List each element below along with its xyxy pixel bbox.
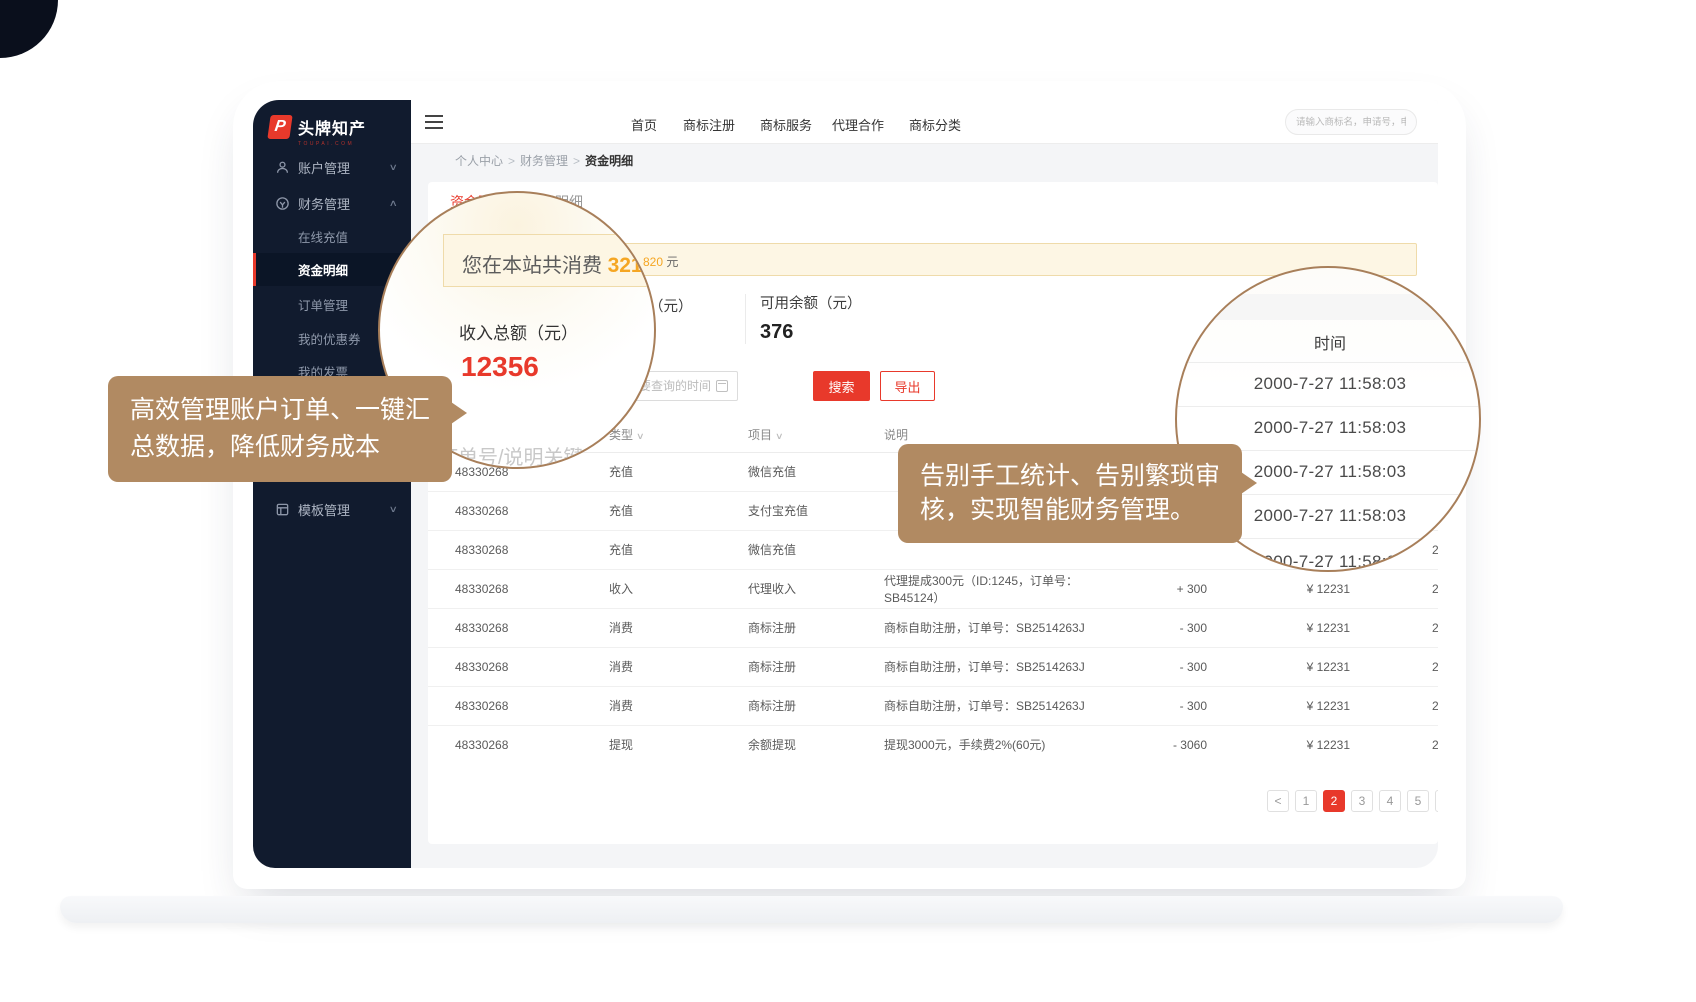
chevron-down-icon: ∨: [389, 504, 398, 515]
top-navbar: 首页 商标注册 商标服务 代理合作 商标分类: [411, 100, 1438, 144]
calendar-icon[interactable]: [716, 380, 728, 392]
pagination-page-button[interactable]: 4: [1379, 790, 1401, 812]
sidebar: P 头牌知产 TOUPAI.COM 账户管理 ∨ 财务管理 ∧: [253, 100, 411, 868]
nav-item-trademark-service[interactable]: 商标服务: [760, 115, 812, 134]
magnified-column-header: 订单号/说明关键: [438, 441, 584, 469]
nav-item-trademark-category[interactable]: 商标分类: [909, 115, 961, 134]
magnified-stat-value: 12356: [461, 351, 539, 383]
sidebar-item-label: 模板管理: [298, 500, 350, 519]
user-icon: [275, 160, 290, 175]
row-divider: [1177, 362, 1481, 363]
caret-down-icon: ∨: [636, 431, 645, 442]
sidebar-item-finance[interactable]: 财务管理 ∧: [253, 186, 411, 220]
nav-item-agent[interactable]: 代理合作: [832, 115, 884, 134]
stat-value: 376: [760, 321, 862, 344]
callout-left: 高效管理账户订单、一键汇总数据，降低财务成本: [108, 376, 452, 482]
callout-text: 告别手工统计、告别繁琐审核，实现智能财务管理。: [920, 462, 1220, 524]
magnified-time-value: 2000-7-27 11:58:03: [1177, 552, 1481, 572]
sidebar-subitem-recharge[interactable]: 在线充值: [253, 220, 411, 253]
table-row[interactable]: 48330268消费商标注册商标自助注册，订单号：SB2514263J- 300…: [428, 608, 1438, 647]
export-button[interactable]: 导出: [880, 371, 935, 401]
sidebar-subitem-label: 在线充值: [298, 227, 348, 246]
stat-label: 可用余额（元）: [760, 292, 862, 313]
pagination-page-button-active[interactable]: 2: [1323, 790, 1345, 812]
table-row[interactable]: 48330268消费商标注册商标自助注册，订单号：SB2514263J- 300…: [428, 686, 1438, 725]
magnified-time-header: 时间: [1177, 330, 1481, 354]
pagination-page-button[interactable]: 1: [1295, 790, 1317, 812]
table-row[interactable]: 48330268收入代理收入代理提成300元（ID:1245，订单号：SB451…: [428, 569, 1438, 608]
brand-logo-icon: P: [267, 115, 292, 139]
nav-item-home[interactable]: 首页: [631, 115, 657, 134]
nav-item-trademark-register[interactable]: 商标注册: [683, 115, 735, 134]
callout-right: 告别手工统计、告别繁琐审核，实现智能财务管理。: [898, 444, 1242, 543]
magnified-header-band: [1177, 294, 1481, 320]
breadcrumb-separator: >: [508, 154, 515, 168]
breadcrumb: 个人中心 > 财务管理 > 资金明细: [455, 152, 633, 169]
sidebar-subitem-label: 订单管理: [298, 295, 348, 314]
magnified-time-value: 2000-7-27 11:58:03: [1177, 374, 1481, 394]
pagination-prev-button[interactable]: <: [1267, 790, 1289, 812]
pagination-next-button[interactable]: [1435, 790, 1438, 812]
callout-arrow: [451, 402, 467, 424]
col-item-header[interactable]: 项目∨: [748, 418, 884, 452]
magnified-stat-label: 收入总额（元）: [459, 319, 578, 344]
breadcrumb-item[interactable]: 个人中心: [455, 154, 503, 168]
template-icon: [275, 502, 290, 517]
brand-name: 头牌知产: [298, 115, 366, 139]
sidebar-item-template[interactable]: 模板管理 ∨: [253, 492, 411, 526]
sidebar-item-label: 财务管理: [298, 194, 350, 213]
breadcrumb-separator: >: [573, 154, 580, 168]
sidebar-subitem-label: 资金明细: [298, 260, 348, 279]
col-type-header[interactable]: 类型∨: [609, 418, 748, 452]
stat-label: （元）: [649, 295, 693, 316]
marketing-canvas: P 头牌知产 TOUPAI.COM 账户管理 ∨ 财务管理 ∧: [0, 0, 1696, 1002]
brand-subtitle: TOUPAI.COM: [298, 141, 366, 147]
callout-arrow: [1241, 472, 1257, 494]
sidebar-subitem-label: 我的优惠券: [298, 329, 361, 348]
chevron-up-icon: ∧: [389, 198, 398, 209]
breadcrumb-item[interactable]: 财务管理: [520, 154, 568, 168]
search-button[interactable]: 搜索: [813, 371, 870, 401]
sidebar-item-account[interactable]: 账户管理 ∨: [253, 150, 411, 184]
finance-icon: [275, 196, 290, 211]
table-row[interactable]: 48330268提现余额提现提现3000元，手续费2%(60元)- 3060¥ …: [428, 725, 1438, 764]
hamburger-menu-icon[interactable]: [425, 115, 443, 129]
stat-available-balance: 可用余额（元） 376: [760, 292, 862, 344]
pagination-page-button[interactable]: 5: [1407, 790, 1429, 812]
laptop-base: [60, 896, 1563, 923]
callout-text: 高效管理账户订单、一键汇总数据，降低财务成本: [130, 396, 430, 461]
sidebar-item-label: 账户管理: [298, 158, 350, 177]
row-divider: [1177, 406, 1481, 407]
caret-down-icon: ∨: [775, 431, 784, 442]
trademark-search-input[interactable]: [1285, 109, 1417, 135]
stat-divider: [745, 294, 746, 344]
magnified-time-value: 2000-7-27 11:58:03: [1177, 418, 1481, 438]
breadcrumb-current: 资金明细: [585, 154, 633, 168]
magnified-banner: 您在本站共消费 32124 大: [443, 234, 656, 287]
corner-decoration: [0, 0, 58, 58]
brand-logo[interactable]: P 头牌知产 TOUPAI.COM: [269, 115, 366, 147]
table-row[interactable]: 48330268消费商标注册商标自助注册，订单号：SB2514263J- 300…: [428, 647, 1438, 686]
pagination-page-button[interactable]: 3: [1351, 790, 1373, 812]
pagination: < 1 2 3 4 5: [1267, 790, 1438, 812]
chevron-down-icon: ∨: [389, 162, 398, 173]
